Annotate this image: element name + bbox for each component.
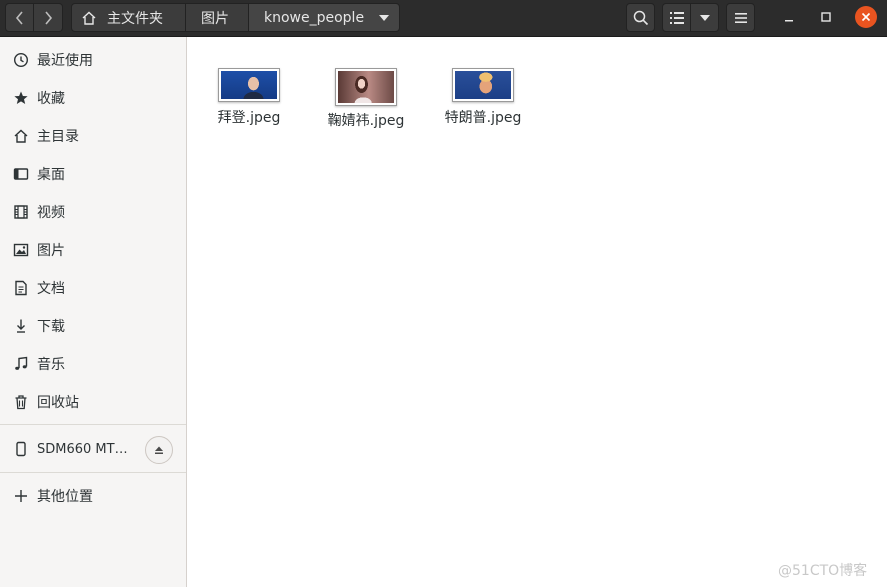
document-icon xyxy=(12,280,29,297)
minimize-button[interactable] xyxy=(778,6,800,28)
phone-icon xyxy=(12,441,29,458)
sidebar-item-label: SDM660 MT… xyxy=(37,441,128,457)
chevron-right-icon xyxy=(45,10,53,25)
sidebar-item-device[interactable]: SDM660 MT… xyxy=(0,431,140,467)
caret-down-icon xyxy=(699,14,710,21)
file-item[interactable]: 拜登.jpeg xyxy=(194,68,304,127)
plus-icon xyxy=(12,488,29,505)
sidebar-item-recent[interactable]: 最近使用 xyxy=(0,42,186,78)
sidebar-item-label: 音乐 xyxy=(37,357,65,373)
photo-image xyxy=(455,71,511,99)
music-icon xyxy=(12,356,29,373)
trash-icon xyxy=(12,394,29,411)
list-view-icon xyxy=(669,11,684,24)
breadcrumb-home[interactable]: 主文件夹 xyxy=(71,3,186,32)
sidebar-item-label: 主目录 xyxy=(37,129,79,145)
sidebar-item-label: 视频 xyxy=(37,205,65,221)
search-button[interactable] xyxy=(626,3,655,32)
sidebar-item-label: 文档 xyxy=(37,281,65,297)
home-icon xyxy=(12,128,29,145)
maximize-icon xyxy=(821,12,831,22)
video-icon xyxy=(12,204,29,221)
photo-image xyxy=(221,71,277,99)
breadcrumb-label: 主文件夹 xyxy=(107,10,163,27)
sidebar-item-label: 下载 xyxy=(37,319,65,335)
hamburger-icon xyxy=(734,12,747,23)
file-thumbnail xyxy=(218,68,280,102)
menu-button[interactable] xyxy=(726,3,755,32)
recent-icon xyxy=(12,52,29,69)
sidebar-separator xyxy=(0,472,186,473)
breadcrumb-pictures[interactable]: 图片 xyxy=(186,3,249,32)
sidebar-item-home[interactable]: 主目录 xyxy=(0,118,186,154)
sidebar-item-downloads[interactable]: 下载 xyxy=(0,308,186,344)
file-name: 鞠婧祎.jpeg xyxy=(327,113,405,129)
sidebar-item-music[interactable]: 音乐 xyxy=(0,346,186,382)
breadcrumb-label: knowe_people xyxy=(264,9,365,26)
home-icon xyxy=(81,10,97,26)
eject-button[interactable] xyxy=(145,436,173,464)
file-item[interactable]: 鞠婧祎.jpeg xyxy=(311,68,421,130)
sidebar-item-documents[interactable]: 文档 xyxy=(0,270,186,306)
minimize-icon xyxy=(785,20,793,22)
sidebar-item-desktop[interactable]: 桌面 xyxy=(0,156,186,192)
file-item[interactable]: 特朗普.jpeg xyxy=(428,68,538,127)
close-button[interactable] xyxy=(855,6,877,28)
sidebar: 最近使用 收藏 主目录 桌面 视频 图片 文档 下载 音乐 回收站 SDM660… xyxy=(0,37,187,587)
sidebar-item-trash[interactable]: 回收站 xyxy=(0,384,186,420)
sidebar-item-pictures[interactable]: 图片 xyxy=(0,232,186,268)
watermark: @51CTO博客 xyxy=(778,563,868,579)
sidebar-item-other-locations[interactable]: 其他位置 xyxy=(0,478,186,514)
sidebar-item-label: 最近使用 xyxy=(37,53,93,69)
search-icon xyxy=(633,10,648,25)
sidebar-item-videos[interactable]: 视频 xyxy=(0,194,186,230)
file-view: 拜登.jpeg 鞠婧祎.jpeg 特朗普.jpeg xyxy=(188,38,887,587)
chevron-left-icon xyxy=(15,10,23,25)
forward-button[interactable] xyxy=(34,3,63,32)
file-name: 拜登.jpeg xyxy=(217,110,281,126)
eject-icon xyxy=(155,446,163,454)
picture-icon xyxy=(12,242,29,259)
list-view-button[interactable] xyxy=(662,3,691,32)
sidebar-item-label: 回收站 xyxy=(37,395,79,411)
maximize-button[interactable] xyxy=(815,6,837,28)
sidebar-item-starred[interactable]: 收藏 xyxy=(0,80,186,116)
header-bar: 主文件夹 图片 knowe_people xyxy=(0,0,887,37)
download-icon xyxy=(12,318,29,335)
view-options-button[interactable] xyxy=(691,3,719,32)
desktop-icon xyxy=(12,166,29,183)
sidebar-item-label: 桌面 xyxy=(37,167,65,183)
breadcrumb-current-folder[interactable]: knowe_people xyxy=(249,3,400,32)
sidebar-item-label: 收藏 xyxy=(37,91,65,107)
sidebar-item-label: 图片 xyxy=(37,243,65,259)
sidebar-item-label: 其他位置 xyxy=(37,489,93,505)
file-thumbnail xyxy=(452,68,514,102)
caret-down-icon xyxy=(379,15,389,21)
file-name: 特朗普.jpeg xyxy=(444,110,522,126)
star-icon xyxy=(12,90,29,107)
photo-image xyxy=(338,71,394,103)
close-icon xyxy=(855,6,877,28)
breadcrumb-label: 图片 xyxy=(201,10,229,27)
sidebar-separator xyxy=(0,424,186,425)
file-thumbnail xyxy=(335,68,397,106)
back-button[interactable] xyxy=(5,3,34,32)
